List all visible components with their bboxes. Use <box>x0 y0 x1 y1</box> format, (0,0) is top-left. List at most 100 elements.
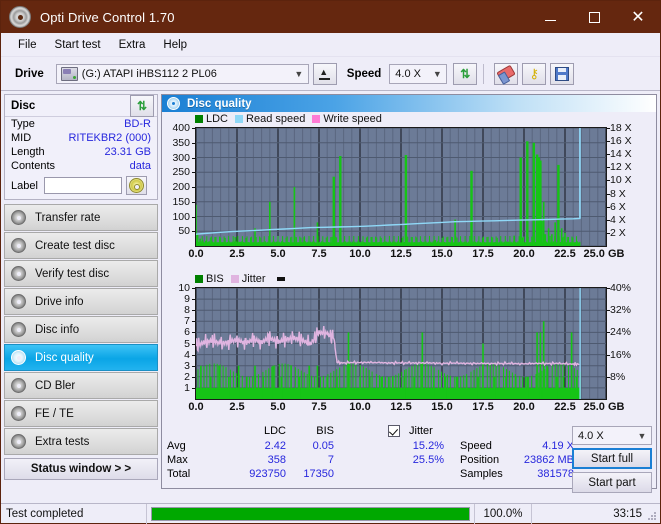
start-part-button[interactable]: Start part <box>572 472 652 493</box>
y2-tick <box>607 128 610 129</box>
disc-icon <box>11 378 26 393</box>
y2-tick-label: 2 X <box>610 226 626 239</box>
sidebar-item-label: CD Bler <box>35 379 76 392</box>
sidebar-item-transfer-rate[interactable]: Transfer rate <box>4 204 158 231</box>
y2-tick <box>607 154 610 156</box>
sidebar-item-label: Extra tests <box>35 435 90 448</box>
sidebar-item-fe-te[interactable]: FE / TE <box>4 400 158 427</box>
y-tick-label: 100 <box>172 210 190 223</box>
legend-label-write-speed: Write speed <box>323 113 382 125</box>
x-tick-label: 25.0 GB <box>583 401 625 413</box>
speed-select-value: 4.0 X <box>395 67 421 80</box>
legend-label-bis: BIS <box>206 273 224 285</box>
legend-entry-read-speed: Read speed <box>235 113 305 125</box>
key-button[interactable]: ⚷ <box>522 62 547 85</box>
test-speed-value: 4.0 X <box>578 429 604 442</box>
disc-label-key: Label <box>11 179 38 192</box>
test-speed-select[interactable]: 4.0 X ▼ <box>572 426 652 445</box>
sidebar-item-create-test-disc[interactable]: Create test disc <box>4 232 158 259</box>
disc-group-header: Disc ⇅ <box>5 94 157 117</box>
disc-icon <box>11 434 26 449</box>
menu-item-file[interactable]: File <box>9 37 46 53</box>
disc-row-type-value: BD-R <box>124 118 151 130</box>
disc-refresh-button[interactable]: ⇅ <box>130 94 154 117</box>
erase-button[interactable] <box>494 62 519 85</box>
sidebar-nav: Transfer rate Create test disc Verify te… <box>4 204 158 456</box>
sidebar-item-label: Create test disc <box>35 239 115 252</box>
disc-row-type-key: Type <box>11 118 35 130</box>
disc-row-mid-value: RITEKBR2 (000) <box>68 132 151 144</box>
status-text: Test completed <box>6 507 84 520</box>
y2-tick-label: 40% <box>610 282 632 294</box>
sidebar-item-verify-test-disc[interactable]: Verify test disc <box>4 260 158 287</box>
disc-row-length: Length 23.31 GB <box>5 145 157 159</box>
chart2-marker <box>276 277 285 281</box>
y-tick <box>192 376 195 378</box>
content-area: Disc quality LDC Read speed Write speed … <box>161 91 660 493</box>
app-disc-icon <box>9 6 31 28</box>
start-full-button[interactable]: Start full <box>572 448 652 469</box>
y-tick <box>192 231 195 233</box>
y2-tick <box>607 167 610 169</box>
resize-grip-icon[interactable] <box>647 511 657 521</box>
sidebar: Disc ⇅ Type BD-R MID RITEKBR2 (000) Leng… <box>1 91 161 483</box>
disc-icon <box>11 210 26 225</box>
legend-label-jitter: Jitter <box>241 273 266 285</box>
y2-tick <box>607 180 610 182</box>
y2-tick-label: 18 X <box>610 122 632 134</box>
sidebar-item-label: Disc quality <box>35 351 94 364</box>
sidebar-item-drive-info[interactable]: Drive info <box>4 288 158 315</box>
close-button[interactable]: ✕ <box>616 1 660 33</box>
jitter-label: Jitter <box>409 425 433 437</box>
sidebar-item-extra-tests[interactable]: Extra tests <box>4 428 158 455</box>
elapsed-time: 33:15 <box>613 507 642 520</box>
drive-select[interactable]: (G:) ATAPI iHBS112 2 PL06 ▼ <box>55 63 309 84</box>
y-tick <box>192 216 195 218</box>
disc-icon <box>11 350 26 365</box>
y-tick <box>192 299 195 301</box>
sidebar-item-disc-info[interactable]: Disc info <box>4 316 158 343</box>
y2-tick <box>607 206 610 208</box>
y-tick-label: 300 <box>172 151 190 164</box>
y2-tick <box>607 310 610 312</box>
sidebar-item-label: Verify test disc <box>35 267 110 280</box>
y-tick-label: 200 <box>172 181 190 193</box>
save-icon <box>555 66 570 81</box>
jitter-checkbox[interactable] <box>388 425 400 437</box>
speed-select[interactable]: 4.0 X ▼ <box>389 63 448 84</box>
disc-group-title: Disc <box>11 99 36 112</box>
sidebar-item-label: Transfer rate <box>35 211 101 224</box>
y2-tick-label: 10 X <box>610 174 632 187</box>
eject-button[interactable]: ▲ <box>312 62 337 85</box>
stats-row-total: Total <box>167 468 191 480</box>
legend-label-read-speed: Read speed <box>246 113 306 125</box>
legend-swatch-read-speed <box>235 115 244 123</box>
y2-tick <box>607 219 610 221</box>
disc-row-contents-key: Contents <box>11 160 56 172</box>
toolbar-divider <box>483 63 485 84</box>
stats-position-label: Position <box>460 454 500 466</box>
menu-item-help[interactable]: Help <box>154 37 196 53</box>
status-window-button[interactable]: Status window > > <box>4 458 158 480</box>
disc-label-apply-button[interactable] <box>125 176 147 195</box>
maximize-button[interactable] <box>572 1 616 33</box>
eject-icon: ▲ <box>319 67 331 80</box>
menu-item-extra[interactable]: Extra <box>110 37 155 53</box>
disc-row-contents: Contents data <box>5 159 157 173</box>
stats-samples-label: Samples <box>460 468 503 480</box>
y-tick-label: 50 <box>178 225 190 238</box>
y-tick-label: 1 <box>184 381 190 394</box>
y2-tick-label: 8 X <box>610 187 626 200</box>
minimize-button[interactable] <box>528 1 572 33</box>
sidebar-item-disc-quality[interactable]: Disc quality <box>4 344 158 371</box>
refresh-button[interactable]: ⇅ <box>453 62 478 85</box>
menu-item-start-test[interactable]: Start test <box>46 37 110 53</box>
sidebar-item-cd-bler[interactable]: CD Bler <box>4 372 158 399</box>
y2-tick <box>607 232 610 234</box>
disc-label-input[interactable] <box>43 177 122 194</box>
save-button[interactable] <box>550 62 575 85</box>
y-tick <box>192 332 195 334</box>
disc-icon <box>11 238 26 253</box>
y-tick-label: 400 <box>172 122 190 134</box>
disc-label-row: Label <box>5 173 157 199</box>
